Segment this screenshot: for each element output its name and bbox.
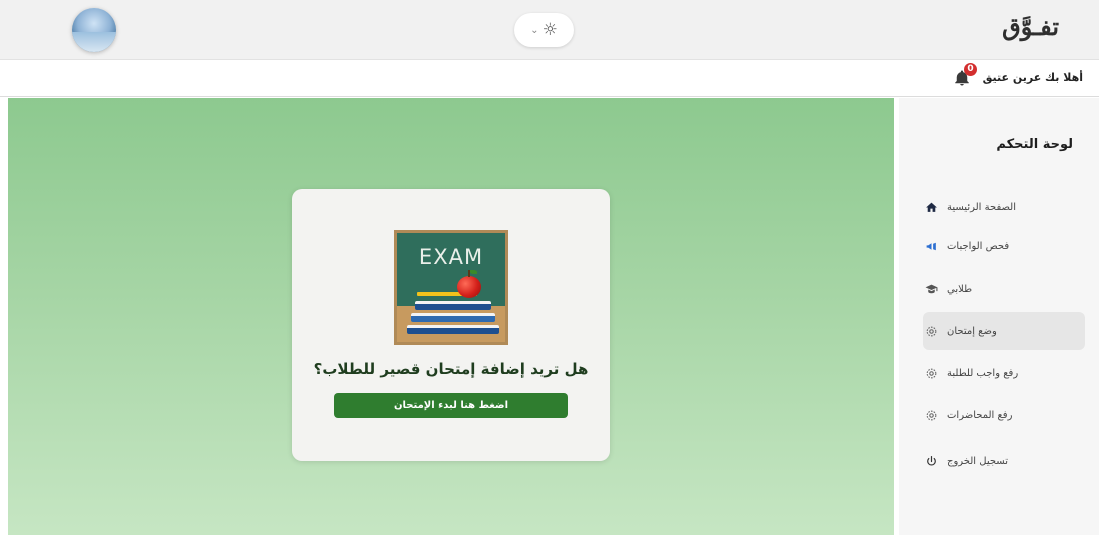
exam-chalk-text: EXAM	[418, 245, 484, 269]
theme-toggle-button[interactable]: ⌄ ☼	[514, 13, 574, 47]
sidebar-item-label: رفع المحاضرات	[947, 409, 1013, 421]
sidebar-item-label: فحص الواجبات	[947, 240, 1010, 252]
sidebar-item-my-students[interactable]: طلابي	[923, 270, 1085, 308]
sidebar-item-logout[interactable]: تسجيل الخروج	[923, 442, 1085, 480]
gear-icon	[923, 365, 939, 381]
sidebar-title: لوحة التحكم	[996, 137, 1073, 152]
app-logo[interactable]: تفـوَّق	[1002, 12, 1059, 41]
apple	[457, 270, 481, 298]
welcome-greeting: أهلا بك عرين عتيق	[982, 71, 1083, 84]
sidebar-item-label: رفع واجب للطلبة	[947, 367, 1019, 379]
megaphone-icon	[923, 238, 939, 254]
sun-icon: ☼	[542, 20, 558, 40]
top-header: تفـوَّق ⌄ ☼	[0, 0, 1099, 60]
sidebar-item-check-homework[interactable]: فحص الواجبات	[923, 227, 1085, 265]
exam-illustration: EXAM	[394, 230, 508, 345]
notification-count-badge: 0	[964, 63, 977, 76]
sidebar-item-home[interactable]: الصفحة الرئيسية	[923, 188, 1085, 226]
exam-card: EXAM هل تريد إضافة إمتحان قصير للطلاب؟ ا…	[292, 189, 610, 461]
sidebar-item-label: تسجيل الخروج	[947, 455, 1009, 467]
welcome-bar: أهلا بك عرين عتيق 0	[0, 61, 1099, 97]
sidebar-item-label: طلابي	[947, 283, 973, 295]
notifications-button[interactable]: 0	[953, 63, 977, 89]
sidebar-item-upload-lectures[interactable]: رفع المحاضرات	[923, 396, 1085, 434]
home-icon	[923, 199, 939, 215]
gear-icon	[923, 407, 939, 423]
desk	[397, 306, 505, 342]
sidebar-item-create-exam[interactable]: وضع إمتحان	[923, 312, 1085, 350]
sidebar-item-label: وضع إمتحان	[947, 325, 997, 337]
gear-icon	[923, 323, 939, 339]
book	[407, 325, 499, 334]
start-exam-button[interactable]: اضغط هنا لبدء الإمتحان	[334, 393, 568, 418]
book	[415, 301, 491, 310]
book	[411, 313, 495, 322]
chevron-down-icon: ⌄	[530, 24, 539, 36]
exam-question: هل تريد إضافة إمتحان قصير للطلاب؟	[313, 360, 589, 378]
graduate-icon	[923, 281, 939, 297]
power-icon	[923, 453, 939, 469]
sidebar: لوحة التحكم الصفحة الرئيسية فحص الواجبات…	[899, 98, 1099, 535]
sidebar-item-upload-homework[interactable]: رفع واجب للطلبة	[923, 354, 1085, 392]
sidebar-item-label: الصفحة الرئيسية	[947, 201, 1016, 213]
avatar[interactable]	[72, 8, 116, 52]
